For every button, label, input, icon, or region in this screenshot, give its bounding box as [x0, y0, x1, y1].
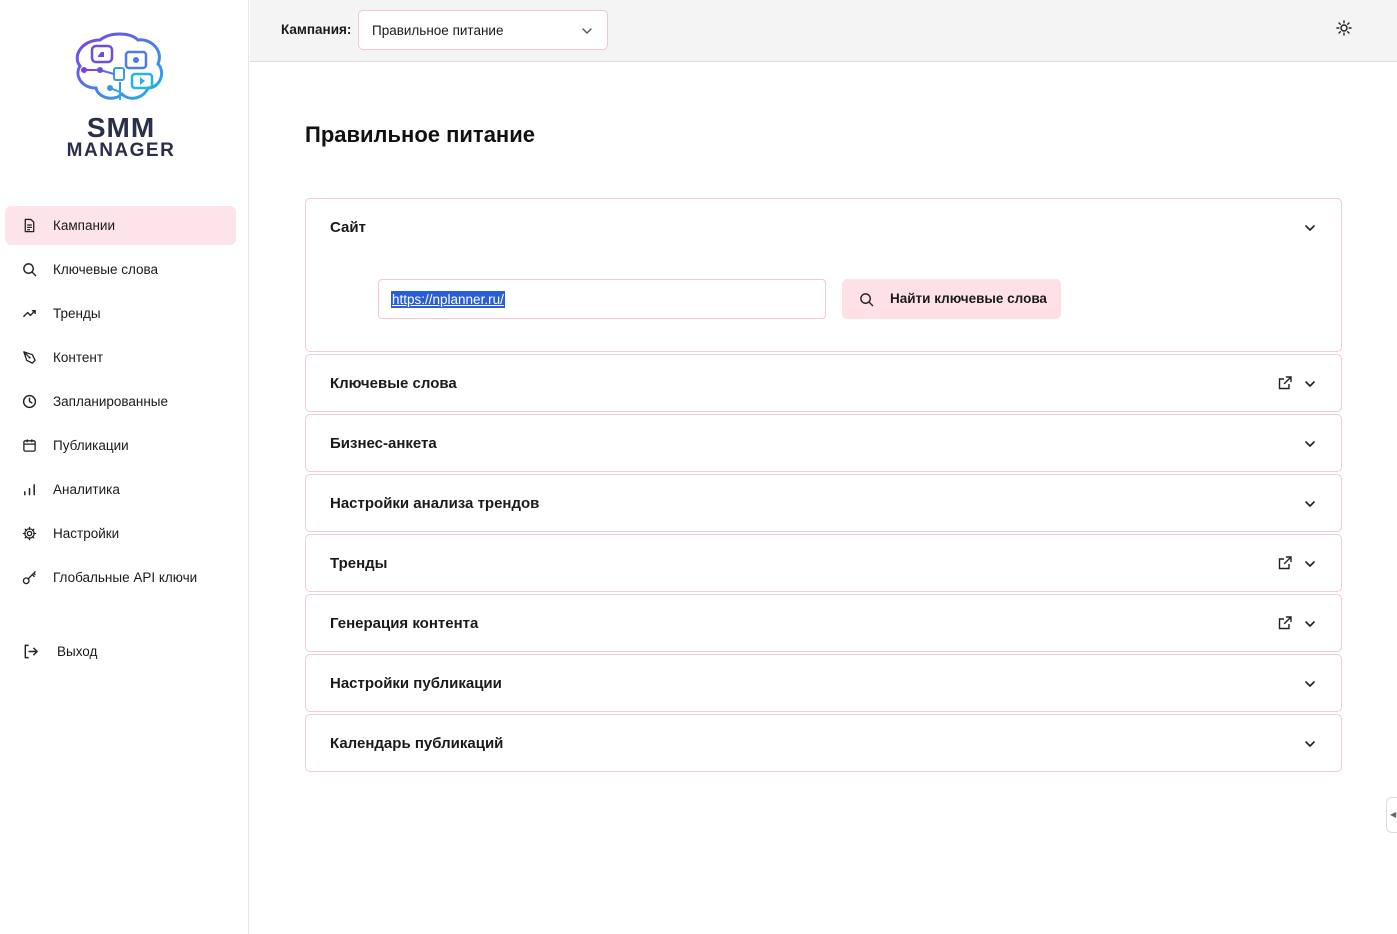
panel-title: Тренды — [330, 555, 388, 572]
key-icon — [21, 570, 37, 586]
sidebar-item-label: Глобальные API ключи — [53, 570, 198, 585]
site-url-value: https://nplanner.ru/ — [391, 291, 505, 308]
logout-label: Выход — [57, 643, 98, 659]
chevron-down-icon[interactable] — [1303, 437, 1317, 451]
bar-chart-icon — [21, 482, 37, 498]
chevron-down-icon[interactable] — [1303, 497, 1317, 511]
panel-business-profile[interactable]: Бизнес-анкета — [305, 414, 1342, 472]
page-title: Правильное питание — [305, 122, 535, 147]
calendar-icon — [21, 438, 37, 454]
panel-trend-analysis-settings[interactable]: Настройки анализа трендов — [305, 474, 1342, 532]
panel-site: Сайт https://nplanner.ru/ Найти ключевые… — [305, 198, 1342, 352]
external-link-icon[interactable] — [1277, 615, 1293, 631]
panel-content-generation[interactable]: Генерация контента — [305, 594, 1342, 652]
app-logo[interactable]: SMM MANAGER — [60, 32, 185, 164]
panel-title: Календарь публикаций — [330, 735, 504, 752]
chevron-down-icon — [581, 24, 593, 42]
chevron-left-icon: ◀ — [1390, 810, 1397, 819]
brain-social-icon — [75, 32, 164, 100]
sidebar-item-keywords[interactable]: Ключевые слова — [5, 250, 236, 289]
sidebar-item-analytics[interactable]: Аналитика — [5, 470, 236, 509]
search-icon — [859, 292, 874, 312]
chevron-down-icon[interactable] — [1303, 737, 1317, 751]
sidebar-item-label: Ключевые слова — [53, 262, 159, 277]
find-keywords-label: Найти ключевые слова — [890, 291, 1047, 306]
trending-up-icon — [21, 306, 37, 322]
sidebar-item-label: Аналитика — [53, 482, 120, 497]
sun-icon — [1336, 20, 1352, 40]
sidebar-nav: Кампании Ключевые слова Тренды Контент З… — [5, 206, 236, 602]
find-keywords-button[interactable]: Найти ключевые слова — [842, 279, 1061, 319]
external-link-icon[interactable] — [1277, 555, 1293, 571]
panel-title: Ключевые слова — [330, 375, 457, 392]
site-url-input[interactable]: https://nplanner.ru/ — [378, 279, 826, 319]
campaign-select[interactable]: Правильное питание — [358, 10, 608, 50]
external-link-icon[interactable] — [1277, 375, 1293, 391]
sidebar-item-trends[interactable]: Тренды — [5, 294, 236, 333]
sidebar-item-label: Кампании — [53, 218, 116, 233]
panel-keywords[interactable]: Ключевые слова — [305, 354, 1342, 412]
sidebar-item-label: Тренды — [53, 306, 101, 321]
chevron-down-icon[interactable] — [1303, 221, 1317, 235]
pen-icon — [21, 350, 37, 366]
sidebar-item-api-keys[interactable]: Глобальные API ключи — [5, 558, 236, 597]
sidebar: SMM MANAGER Кампании Ключевые слова Трен… — [0, 0, 249, 934]
panel-title: Настройки анализа трендов — [330, 495, 540, 512]
panel-title: Генерация контента — [330, 615, 479, 632]
search-icon — [21, 262, 37, 278]
chevron-down-icon[interactable] — [1303, 377, 1317, 391]
sidebar-item-label: Публикации — [53, 438, 129, 453]
chevron-down-icon[interactable] — [1303, 677, 1317, 691]
sidebar-item-campaigns[interactable]: Кампании — [5, 206, 236, 245]
sidebar-item-label: Запланированные — [53, 394, 169, 409]
sidebar-item-label: Настройки — [53, 526, 120, 541]
campaign-select-value: Правильное питание — [372, 23, 504, 38]
sidebar-item-scheduled[interactable]: Запланированные — [5, 382, 236, 421]
sidebar-item-label: Контент — [53, 350, 104, 365]
logout-button[interactable]: Выход — [22, 640, 97, 662]
sidebar-item-publications[interactable]: Публикации — [5, 426, 236, 465]
sidebar-item-settings[interactable]: Настройки — [5, 514, 236, 553]
panel-title: Сайт — [330, 219, 366, 236]
chevron-down-icon[interactable] — [1303, 617, 1317, 631]
panel-trends[interactable]: Тренды — [305, 534, 1342, 592]
logo-text-manager: MANAGER — [66, 140, 176, 161]
panel-publication-settings[interactable]: Настройки публикации — [305, 654, 1342, 712]
theme-toggle-button[interactable] — [1336, 20, 1356, 40]
clock-icon — [21, 394, 37, 410]
panel-title: Бизнес-анкета — [330, 435, 437, 452]
top-bar: Кампания: Правильное питание — [250, 0, 1397, 62]
chevron-down-icon[interactable] — [1303, 557, 1317, 571]
campaign-label: Кампания: — [281, 22, 352, 37]
document-icon — [21, 218, 37, 234]
panel-publication-calendar[interactable]: Календарь публикаций — [305, 714, 1342, 772]
sidebar-item-content[interactable]: Контент — [5, 338, 236, 377]
logout-icon — [22, 642, 40, 660]
gear-icon — [21, 526, 37, 542]
panel-title: Настройки публикации — [330, 675, 502, 692]
side-drawer-toggle[interactable]: ◀ — [1386, 797, 1397, 833]
